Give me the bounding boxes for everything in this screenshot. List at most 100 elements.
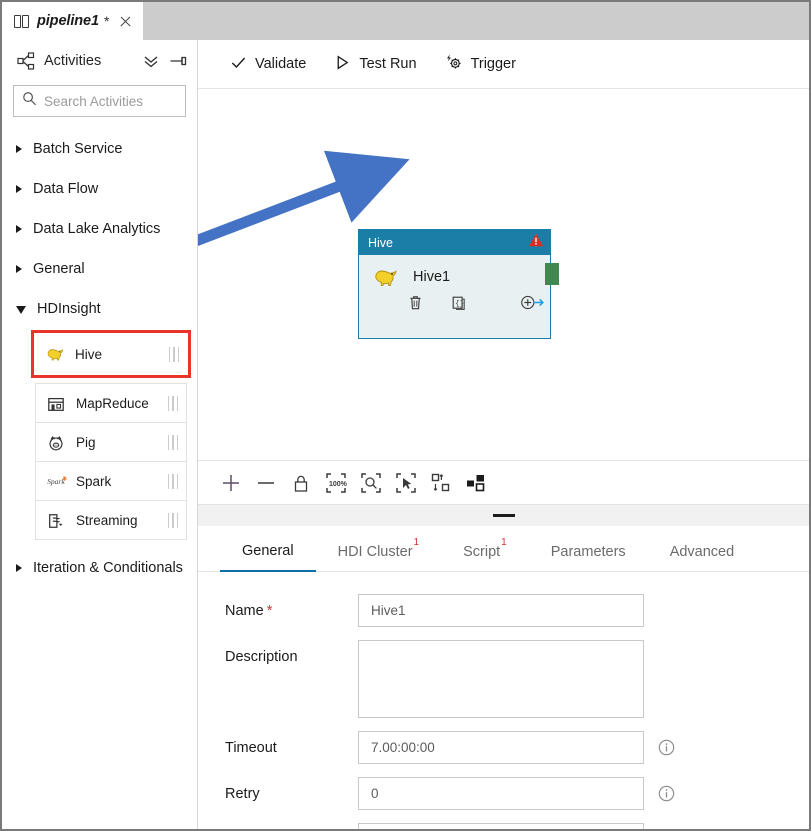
sidebar-group-batch-service[interactable]: Batch Service (2, 129, 197, 169)
tab-general[interactable]: General (220, 543, 316, 572)
tab-hdi-cluster[interactable]: HDI Cluster1 (316, 537, 442, 571)
trigger-button[interactable]: Trigger (433, 47, 528, 81)
sidebar-item-mapreduce[interactable]: MapReduce (35, 383, 187, 423)
spark-icon: Spark (47, 473, 68, 489)
retry-interval-label: Retry interval (225, 823, 358, 829)
sidebar-group-data-lake-analytics[interactable]: Data Lake Analytics (2, 209, 197, 249)
sidebar-group-hdinsight[interactable]: HDInsight (2, 289, 197, 329)
hive-elephant-icon (373, 266, 399, 288)
drag-handle[interactable] (167, 512, 178, 528)
sidebar-item-hive[interactable]: Hive (31, 330, 191, 378)
sidebar-header: Activities (2, 40, 197, 82)
test-run-button[interactable]: Test Run (322, 48, 428, 81)
sidebar-group-iteration-conditionals[interactable]: Iteration & Conditionals (2, 548, 197, 588)
pipeline-icon (14, 14, 30, 28)
group-label: HDInsight (37, 301, 101, 317)
search-activities-box[interactable] (13, 85, 186, 117)
sidebar-title: Activities (44, 53, 102, 69)
zoom-to-100-icon[interactable]: 100% (325, 472, 348, 494)
form-row-retry: Retry (225, 777, 809, 810)
group-label: Iteration & Conditionals (33, 560, 183, 576)
pin-icon[interactable] (169, 52, 187, 70)
group-label: General (33, 261, 85, 277)
chevron-down-icon (16, 306, 26, 314)
canvas-toolbar: 100% (198, 460, 809, 505)
sidebar-item-spark[interactable]: Spark Spark (35, 461, 187, 501)
item-label: MapReduce (76, 395, 149, 411)
item-label: Spark (76, 473, 112, 489)
node-action-bar: {} (359, 288, 550, 316)
form-row-name: Name * (225, 594, 809, 627)
activity-node-hive1[interactable]: Hive Hive1 {} (358, 229, 559, 339)
mapreduce-icon (47, 395, 66, 411)
auto-layout-icon[interactable] (465, 472, 487, 494)
node-name-label: Hive1 (413, 269, 451, 285)
zoom-in-plus-icon[interactable] (220, 472, 242, 494)
sidebar-item-pig[interactable]: Pig (35, 422, 187, 462)
sidebar-item-streaming[interactable]: Streaming (35, 500, 187, 540)
reorder-vertical-icon[interactable] (430, 472, 452, 494)
node-header: Hive (359, 230, 550, 255)
sidebar-group-data-flow[interactable]: Data Flow (2, 169, 197, 209)
item-label: Hive (75, 346, 103, 362)
search-icon (22, 91, 37, 111)
drag-handle[interactable] (167, 395, 178, 411)
zoom-to-fit-icon[interactable] (360, 472, 382, 494)
chevron-right-icon (16, 185, 22, 193)
general-form: Name* Description Timeout (198, 572, 809, 829)
hdinsight-items: Hive MapReduce Pig Spark Spark Streaming (2, 330, 197, 540)
trigger-label: Trigger (470, 56, 516, 72)
warning-triangle-icon[interactable] (528, 232, 544, 253)
activities-tree: Batch Service Data Flow Data Lake Analyt… (2, 129, 197, 588)
pipeline-canvas[interactable]: Hive Hive1 {} (198, 89, 809, 460)
lock-icon[interactable] (290, 472, 312, 494)
svg-text:{}: {} (455, 300, 464, 308)
form-row-timeout: Timeout (225, 731, 809, 764)
name-label: Name * (225, 594, 358, 619)
trash-icon[interactable] (407, 294, 424, 316)
drag-handle[interactable] (167, 434, 178, 450)
activities-hierarchy-icon (17, 52, 35, 70)
pig-icon (47, 434, 66, 451)
description-textarea[interactable] (358, 640, 644, 718)
drag-handle[interactable] (167, 473, 178, 489)
tab-title: pipeline1 (37, 13, 99, 29)
form-row-retry-interval: Retry interval (225, 823, 809, 829)
document-tab-pipeline1[interactable]: pipeline1 * (2, 2, 144, 40)
tab-badge: 1 (413, 537, 420, 549)
tab-label: General (242, 543, 294, 559)
zoom-out-minus-icon[interactable] (255, 472, 277, 494)
minimize-dash-icon[interactable] (492, 514, 515, 517)
double-chevron-down-icon[interactable] (142, 52, 160, 70)
chevron-right-icon (16, 564, 22, 572)
retry-label: Retry (225, 786, 260, 802)
group-label: Data Flow (33, 181, 99, 197)
required-asterisk: * (266, 603, 273, 619)
tab-script[interactable]: Script1 (441, 537, 529, 571)
tab-advanced[interactable]: Advanced (648, 544, 757, 571)
timeout-input[interactable] (358, 731, 644, 764)
tab-badge: 1 (501, 537, 507, 549)
tab-parameters[interactable]: Parameters (529, 544, 648, 571)
search-input[interactable] (44, 93, 177, 109)
tab-label: HDI Cluster (337, 544, 413, 560)
play-outline-icon (334, 54, 351, 75)
close-icon[interactable] (118, 14, 133, 29)
pipeline-command-bar: Validate Test Run Trigger (198, 40, 809, 89)
retry-interval-input[interactable] (358, 823, 644, 829)
svg-text:100%: 100% (329, 481, 347, 488)
validate-button[interactable]: Validate (218, 48, 318, 81)
name-input[interactable] (358, 594, 644, 627)
panel-collapse-strip[interactable] (198, 505, 809, 526)
code-braces-icon[interactable]: {} (450, 294, 467, 316)
retry-input[interactable] (358, 777, 644, 810)
add-output-arrow-icon[interactable] (519, 294, 546, 316)
group-label: Batch Service (33, 141, 123, 157)
info-icon[interactable] (658, 785, 675, 807)
drag-handle[interactable] (168, 346, 179, 362)
sidebar-group-general[interactable]: General (2, 249, 197, 289)
marquee-select-icon[interactable] (395, 472, 417, 494)
info-icon[interactable] (658, 739, 675, 761)
success-output-connector[interactable] (545, 263, 559, 285)
test-run-label: Test Run (359, 56, 417, 72)
